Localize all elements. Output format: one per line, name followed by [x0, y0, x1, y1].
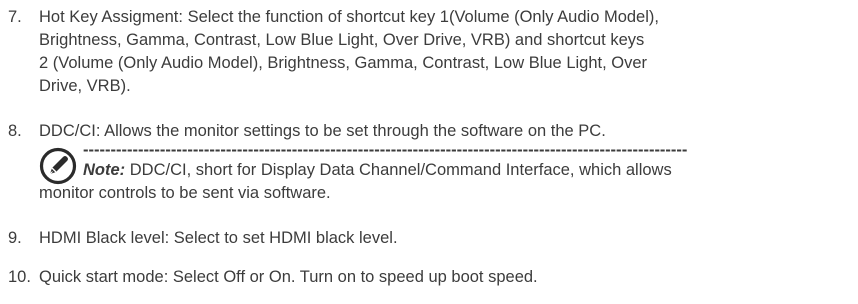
- note-pencil-icon: [39, 147, 77, 185]
- item-text-line: DDC/CI: Allows the monitor settings to b…: [39, 122, 606, 140]
- item-text: DDC/CI: Allows the monitor settings to b…: [39, 120, 839, 143]
- item-number: 7.: [8, 8, 22, 26]
- note-text: DDC/CI, short for Display Data Channel/C…: [125, 161, 672, 179]
- item-number: 9.: [8, 229, 22, 247]
- note-label: Note:: [83, 161, 126, 179]
- note-block: ----------------------------------------…: [39, 145, 858, 203]
- item-text-line: Hot Key Assigment: Select the function o…: [39, 8, 659, 26]
- item-text-line: Brightness, Gamma, Contrast, Low Blue Li…: [39, 31, 645, 49]
- item-text-line: Drive, VRB).: [39, 77, 131, 95]
- note-text-line: monitor controls to be sent via software…: [39, 184, 331, 202]
- item-number: 8.: [8, 122, 22, 140]
- item-text: Quick start mode: Select Off or On. Turn…: [39, 266, 839, 289]
- item-text: Hot Key Assigment: Select the function o…: [39, 6, 839, 98]
- manual-page: 7. Hot Key Assigment: Select the functio…: [0, 0, 858, 304]
- note-text-line: Note: DDC/CI, short for Display Data Cha…: [83, 159, 672, 182]
- item-text-line: HDMI Black level: Select to set HDMI bla…: [39, 229, 398, 247]
- item-text: HDMI Black level: Select to set HDMI bla…: [39, 227, 839, 250]
- item-number: 10.: [8, 268, 31, 286]
- item-text-line: Quick start mode: Select Off or On. Turn…: [39, 268, 538, 286]
- item-text-line: 2 (Volume (Only Audio Model), Brightness…: [39, 54, 648, 72]
